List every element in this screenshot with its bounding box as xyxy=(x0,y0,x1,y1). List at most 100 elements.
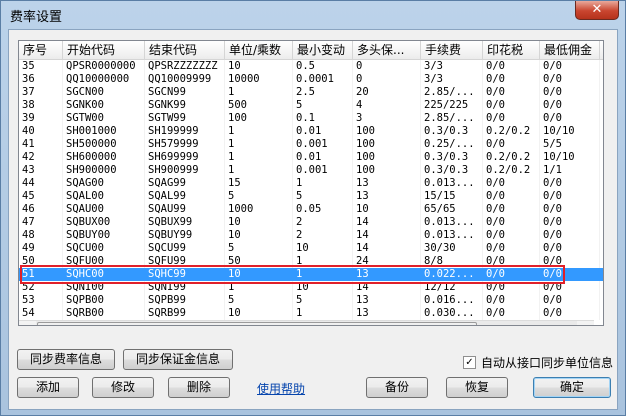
column-header[interactable]: 最小变动 xyxy=(293,41,353,60)
table-cell: 0.0001 xyxy=(293,73,353,86)
horizontal-scrollbar[interactable]: ◀ ▶ xyxy=(19,320,594,325)
table-cell: 0.01 xyxy=(293,151,353,164)
table-cell: 46 xyxy=(19,203,63,216)
column-header[interactable]: 序号 xyxy=(19,41,63,60)
column-header[interactable]: 最低佣金 xyxy=(540,41,600,60)
table-cell: 10 xyxy=(293,281,353,294)
horizontal-scroll-thumb[interactable] xyxy=(37,322,477,325)
table-cell: 13 xyxy=(353,307,421,320)
table-row[interactable]: 35 QPSR0000000 QPSRZZZZZZZ 10 0.5 0 3/3 0/0 0/0 xyxy=(19,60,603,73)
table-row[interactable]: 52 SQNI00 SQNI99 1 10 14 12/12 0/0 0/0 xyxy=(19,281,603,294)
scroll-left-arrow-icon[interactable]: ◀ xyxy=(19,321,36,325)
table-cell: 1 xyxy=(293,255,353,268)
table-cell: SQAL00 xyxy=(63,190,145,203)
backup-button[interactable]: 备份 xyxy=(366,377,428,398)
table-cell: 0/0 xyxy=(483,281,540,294)
table-row[interactable]: 44 SQAG00 SQAG99 15 1 13 0.013... 0/0 0/0 xyxy=(19,177,603,190)
column-header[interactable]: 手续费 xyxy=(421,41,483,60)
table-row[interactable]: 38 SGNK00 SGNK99 500 5 4 225/225 0/0 0/0 xyxy=(19,99,603,112)
table-cell: 50 xyxy=(19,255,63,268)
table-cell: 0/0 xyxy=(483,99,540,112)
table-cell: 54 xyxy=(19,307,63,320)
column-header[interactable]: 单位/乘数 xyxy=(225,41,293,60)
table-cell: 0/0 xyxy=(483,216,540,229)
table-cell: SQBUX00 xyxy=(63,216,145,229)
table-cell: 1 xyxy=(225,151,293,164)
column-header[interactable]: 多头保... xyxy=(353,41,421,60)
table-cell: QPSR0000000 xyxy=(63,60,145,73)
table-row[interactable]: 37 SGCN00 SGCN99 1 2.5 20 2.85/... 0/0 0/0 xyxy=(19,86,603,99)
table-row[interactable]: 43 SH900000 SH900999 1 0.001 100 0.3/0.3 0.2/0.… xyxy=(19,164,603,177)
title-bar[interactable]: 费率设置 ✕ xyxy=(1,1,625,29)
table-row[interactable]: 54 SQRB00 SQRB99 10 1 13 0.030... 0/0 0/0 xyxy=(19,307,603,320)
table-cell: 0/0 xyxy=(483,268,540,281)
table-cell: SGCN00 xyxy=(63,86,145,99)
table-row[interactable]: 40 SH001000 SH199999 1 0.01 100 0.3/0.3 0.2/0.2… xyxy=(19,125,603,138)
table-cell: 100 xyxy=(353,164,421,177)
column-header[interactable]: 开始代码 xyxy=(63,41,145,60)
table-cell: 43 xyxy=(19,164,63,177)
table-row[interactable]: 45 SQAL00 SQAL99 5 5 13 15/15 0/0 0/0 xyxy=(19,190,603,203)
table-cell: 2.85/... xyxy=(421,112,483,125)
dialog-body: 序号 开始代码 结束代码 单位/乘数 最小变动 多头保... 手续费 印花税 最低佣金 35 QP… xyxy=(8,29,618,410)
table-cell: SQAU00 xyxy=(63,203,145,216)
table-cell: SH500000 xyxy=(63,138,145,151)
table-row[interactable]: 47 SQBUX00 SQBUX99 10 2 14 0.013... 0/0 0/0 xyxy=(19,216,603,229)
table-cell: 0/0 xyxy=(483,73,540,86)
table-cell: 10/10 xyxy=(540,151,600,164)
table-cell: QQ10000000 xyxy=(63,73,145,86)
table-cell: 0/0 xyxy=(540,281,600,294)
table-row[interactable]: 49 SQCU00 SQCU99 5 10 14 30/30 0/0 0/0 xyxy=(19,242,603,255)
ok-button[interactable]: 确定 xyxy=(533,377,611,398)
table-row[interactable]: 41 SH500000 SH579999 1 0.001 100 0.25/... 0/0 5/… xyxy=(19,138,603,151)
delete-button[interactable]: 删除 xyxy=(168,377,230,398)
column-header[interactable]: 结束代码 xyxy=(145,41,225,60)
table-row[interactable]: 53 SQPB00 SQPB99 5 5 13 0.016... 0/0 0/0 xyxy=(19,294,603,307)
add-button[interactable]: 添加 xyxy=(17,377,79,398)
help-link[interactable]: 使用帮助 xyxy=(257,380,305,397)
table-cell: SQFU99 xyxy=(145,255,225,268)
table-cell: 45 xyxy=(19,190,63,203)
table-cell: SH699999 xyxy=(145,151,225,164)
table-cell: SQHC99 xyxy=(145,268,225,281)
edit-button[interactable]: 修改 xyxy=(92,377,154,398)
table-cell: SQBUY99 xyxy=(145,229,225,242)
table-cell: SH579999 xyxy=(145,138,225,151)
table-row[interactable]: 48 SQBUY00 SQBUY99 10 2 14 0.013... 0/0 0/0 xyxy=(19,229,603,242)
table-row-selected[interactable]: 51 SQHC00 SQHC99 10 1 13 0.022... 0/0 0/0 xyxy=(19,268,603,281)
table-cell: 10 xyxy=(293,242,353,255)
table-cell: 13 xyxy=(353,294,421,307)
table-cell: 39 xyxy=(19,112,63,125)
table-row[interactable]: 42 SH600000 SH699999 1 0.01 100 0.3/0.3 0.2/0.2… xyxy=(19,151,603,164)
column-header[interactable]: 印花税 xyxy=(483,41,540,60)
auto-sync-option[interactable]: ✓ 自动从接口同步单位信息 xyxy=(463,354,613,371)
close-button[interactable]: ✕ xyxy=(575,1,619,20)
table-cell: 0/0 xyxy=(540,73,600,86)
table-row[interactable]: 46 SQAU00 SQAU99 1000 0.05 10 65/65 0/0 0/0 xyxy=(19,203,603,216)
table-cell: 1 xyxy=(293,268,353,281)
scroll-right-arrow-icon[interactable]: ▶ xyxy=(577,321,594,325)
table-row[interactable]: 36 QQ10000000 QQ10009999 10000 0.0001 0 3/3 0/0… xyxy=(19,73,603,86)
table-cell: 10 xyxy=(225,60,293,73)
table-cell: 0.3/0.3 xyxy=(421,164,483,177)
sync-rate-button[interactable]: 同步费率信息 xyxy=(17,349,115,370)
sync-margin-button[interactable]: 同步保证金信息 xyxy=(123,349,233,370)
auto-sync-checkbox[interactable]: ✓ xyxy=(463,356,476,369)
table-row[interactable]: 50 SQFU00 SQFU99 50 1 24 8/8 0/0 0/0 xyxy=(19,255,603,268)
table-cell: 1 xyxy=(293,307,353,320)
table-row[interactable]: 39 SGTW00 SGTW99 100 0.1 3 2.85/... 0/0 0/0 xyxy=(19,112,603,125)
table-cell: 40 xyxy=(19,125,63,138)
table-cell: 0/0 xyxy=(540,112,600,125)
fee-rate-table[interactable]: 序号 开始代码 结束代码 单位/乘数 最小变动 多头保... 手续费 印花税 最低佣金 35 QP… xyxy=(18,40,604,326)
table-cell: 36 xyxy=(19,73,63,86)
table-cell: 3/3 xyxy=(421,60,483,73)
table-cell: SQBUX99 xyxy=(145,216,225,229)
restore-button[interactable]: 恢复 xyxy=(446,377,508,398)
table-cell: SGNK00 xyxy=(63,99,145,112)
table-cell: 0/0 xyxy=(540,177,600,190)
table-cell: 0.3/0.3 xyxy=(421,151,483,164)
table-cell: SQNI99 xyxy=(145,281,225,294)
table-cell: SH199999 xyxy=(145,125,225,138)
table-cell: SGNK99 xyxy=(145,99,225,112)
table-cell: 52 xyxy=(19,281,63,294)
